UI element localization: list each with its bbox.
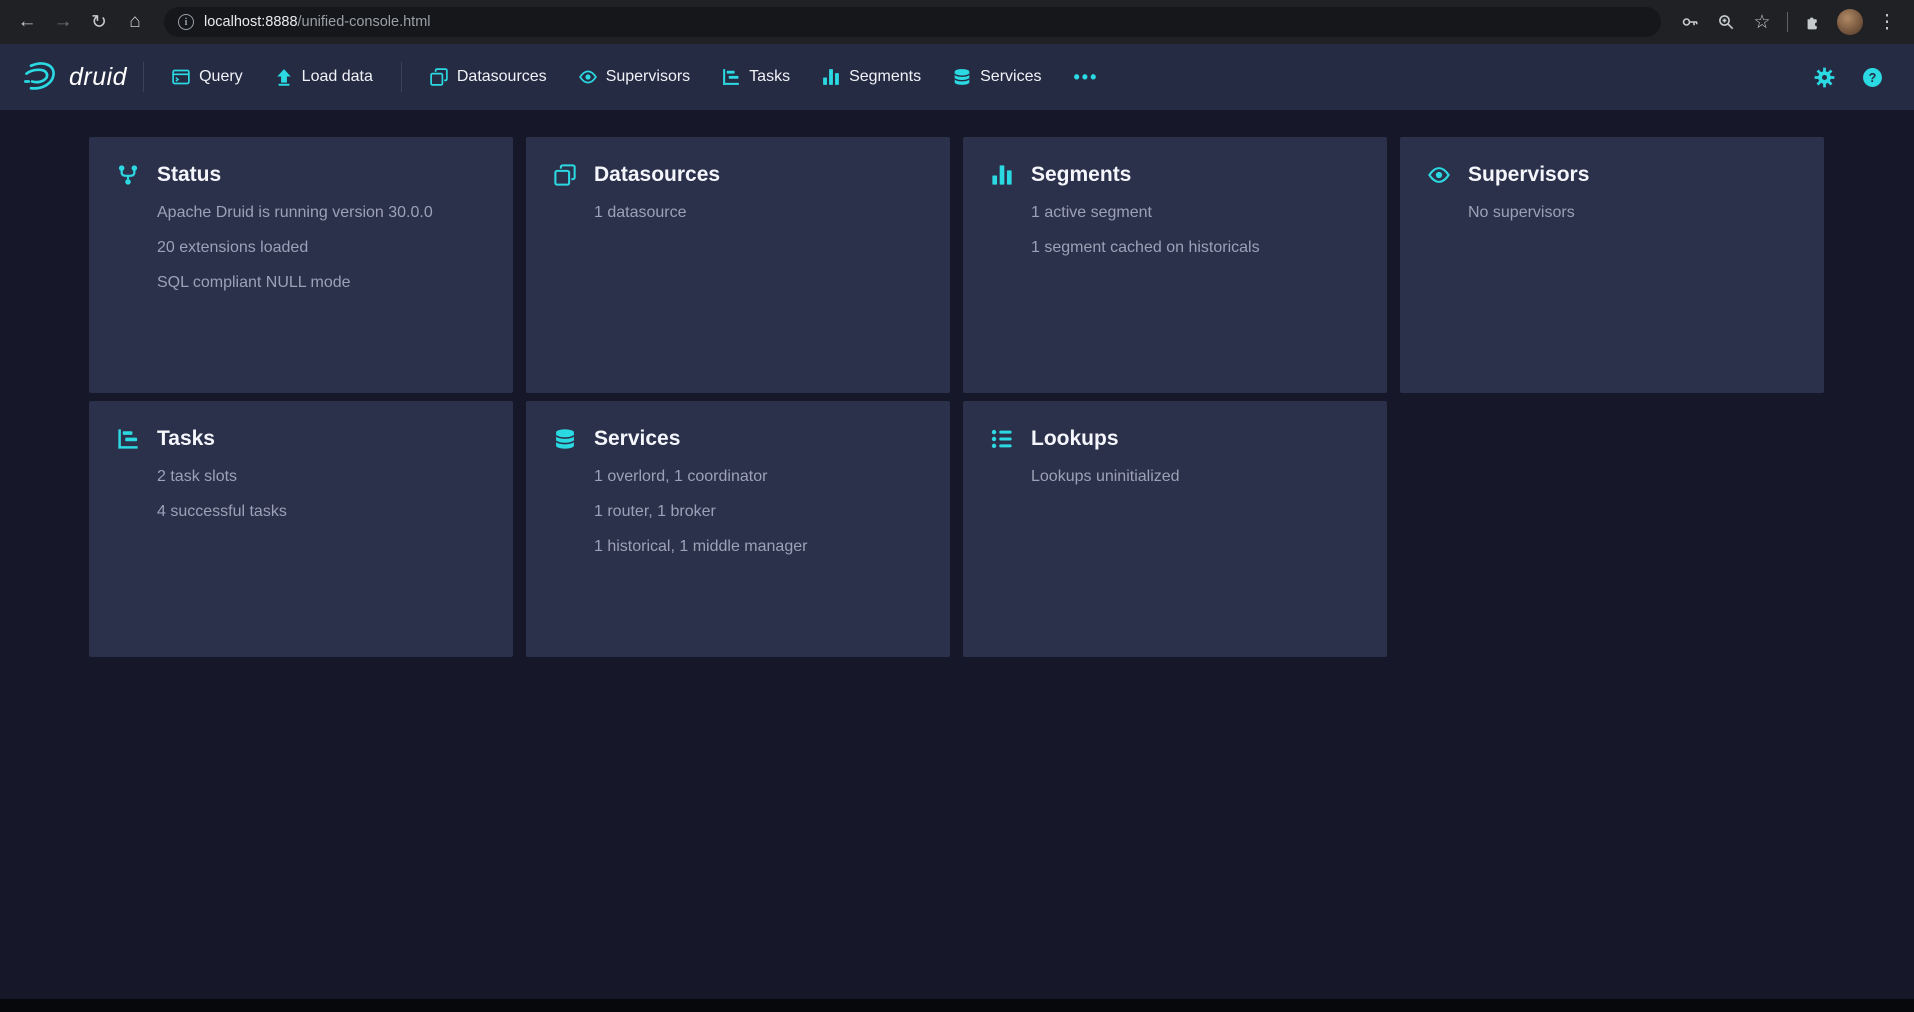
browser-toolbar: ← → ↻ ⌂ i localhost:8888/unified-console… <box>0 0 1914 44</box>
nav-tab-label: Supervisors <box>606 68 690 86</box>
fork-icon <box>117 164 139 186</box>
card-title: Segments <box>1031 163 1131 187</box>
card-line: 1 router, 1 broker <box>594 502 922 521</box>
nav-tab-supervisors[interactable]: Supervisors <box>567 58 702 96</box>
card-title: Datasources <box>594 163 720 187</box>
card-supervisors[interactable]: Supervisors No supervisors <box>1400 137 1824 393</box>
star-icon: ☆ <box>1753 11 1770 34</box>
browser-menu-button[interactable]: ⋮ <box>1870 5 1904 39</box>
card-line: 2 task slots <box>157 467 485 486</box>
database-icon <box>953 68 971 86</box>
gear-icon <box>1814 67 1835 88</box>
card-line: Apache Druid is running version 30.0.0 <box>157 203 485 222</box>
druid-logo[interactable]: druid <box>22 59 127 95</box>
back-button[interactable]: ← <box>10 5 44 39</box>
card-datasources[interactable]: Datasources 1 datasource <box>526 137 950 393</box>
password-manager-button[interactable] <box>1673 5 1707 39</box>
card-status[interactable]: Status Apache Druid is running version 3… <box>89 137 513 393</box>
card-title: Tasks <box>157 427 215 451</box>
reload-icon: ↻ <box>91 11 107 34</box>
nav-tab-datasources[interactable]: Datasources <box>418 58 559 96</box>
supervisors-icon <box>1428 164 1450 186</box>
nav-tab-segments[interactable]: Segments <box>810 58 933 96</box>
druid-logo-icon <box>22 59 58 95</box>
url-path: /unified-console.html <box>298 14 431 30</box>
key-icon <box>1681 13 1699 31</box>
magnifier-icon <box>1717 13 1735 31</box>
screen-edge <box>0 999 1914 1012</box>
card-segments[interactable]: Segments 1 active segment 1 segment cach… <box>963 137 1387 393</box>
zoom-button[interactable] <box>1709 5 1743 39</box>
druid-navbar: druid Query Load data <box>0 44 1914 110</box>
eye-icon <box>579 68 597 86</box>
navbar-divider <box>401 62 402 92</box>
nav-load-data-label: Load data <box>302 68 373 86</box>
nav-load-data-button[interactable]: Load data <box>263 58 385 96</box>
back-icon: ← <box>18 11 37 33</box>
card-line: 1 active segment <box>1031 203 1359 222</box>
extensions-button[interactable] <box>1796 5 1830 39</box>
card-line: 4 successful tasks <box>157 502 485 521</box>
nav-query-label: Query <box>199 68 243 86</box>
card-title: Supervisors <box>1468 163 1589 187</box>
card-line: 1 historical, 1 middle manager <box>594 537 922 556</box>
lookups-icon <box>991 428 1013 450</box>
nav-tab-label: Segments <box>849 68 921 86</box>
nav-query-button[interactable]: Query <box>160 58 255 96</box>
nav-tab-tasks[interactable]: Tasks <box>710 58 802 96</box>
card-services[interactable]: Services 1 overlord, 1 coordinator 1 rou… <box>526 401 950 657</box>
datasources-icon <box>430 68 448 86</box>
card-line: 20 extensions loaded <box>157 238 485 257</box>
puzzle-icon <box>1804 13 1822 31</box>
nav-tab-label: Datasources <box>457 68 547 86</box>
more-icon: ••• <box>1073 67 1098 88</box>
brand-name: druid <box>69 63 127 92</box>
nav-more-button[interactable]: ••• <box>1061 57 1110 98</box>
upload-arrow-icon <box>275 68 293 86</box>
toolbar-separator <box>1787 12 1788 32</box>
console-icon <box>172 68 190 86</box>
services-icon <box>554 428 576 450</box>
site-info-icon[interactable]: i <box>178 14 194 30</box>
settings-button[interactable] <box>1804 57 1844 97</box>
gantt-icon <box>722 68 740 86</box>
card-line: 1 overlord, 1 coordinator <box>594 467 922 486</box>
bar-chart-icon <box>822 68 840 86</box>
datasources-icon <box>554 164 576 186</box>
kebab-menu-icon: ⋮ <box>1878 11 1897 34</box>
svg-text:?: ? <box>1868 70 1876 84</box>
card-line: 1 datasource <box>594 203 922 222</box>
home-view: Status Apache Druid is running version 3… <box>0 110 1914 657</box>
card-title: Status <box>157 163 221 187</box>
forward-icon: → <box>54 11 73 33</box>
bookmark-button[interactable]: ☆ <box>1745 5 1779 39</box>
card-tasks[interactable]: Tasks 2 task slots 4 successful tasks <box>89 401 513 657</box>
forward-button[interactable]: → <box>46 5 80 39</box>
reload-button[interactable]: ↻ <box>82 5 116 39</box>
help-button[interactable]: ? <box>1852 57 1892 97</box>
home-icon: ⌂ <box>129 11 140 33</box>
help-icon: ? <box>1862 67 1883 88</box>
nav-tab-services[interactable]: Services <box>941 58 1053 96</box>
card-lookups[interactable]: Lookups Lookups uninitialized <box>963 401 1387 657</box>
tasks-icon <box>117 428 139 450</box>
address-bar[interactable]: i localhost:8888/unified-console.html <box>164 7 1661 37</box>
card-line: Lookups uninitialized <box>1031 467 1359 486</box>
card-title: Lookups <box>1031 427 1119 451</box>
card-title: Services <box>594 427 680 451</box>
url-host: localhost:8888 <box>204 14 298 30</box>
card-line: 1 segment cached on historicals <box>1031 238 1359 257</box>
segments-icon <box>991 164 1013 186</box>
navbar-divider <box>143 62 144 92</box>
card-grid: Status Apache Druid is running version 3… <box>89 137 1914 657</box>
card-line: SQL compliant NULL mode <box>157 273 485 292</box>
nav-tab-label: Services <box>980 68 1041 86</box>
card-line: No supervisors <box>1468 203 1796 222</box>
home-button[interactable]: ⌂ <box>118 5 152 39</box>
profile-avatar[interactable] <box>1837 9 1863 35</box>
nav-tab-label: Tasks <box>749 68 790 86</box>
